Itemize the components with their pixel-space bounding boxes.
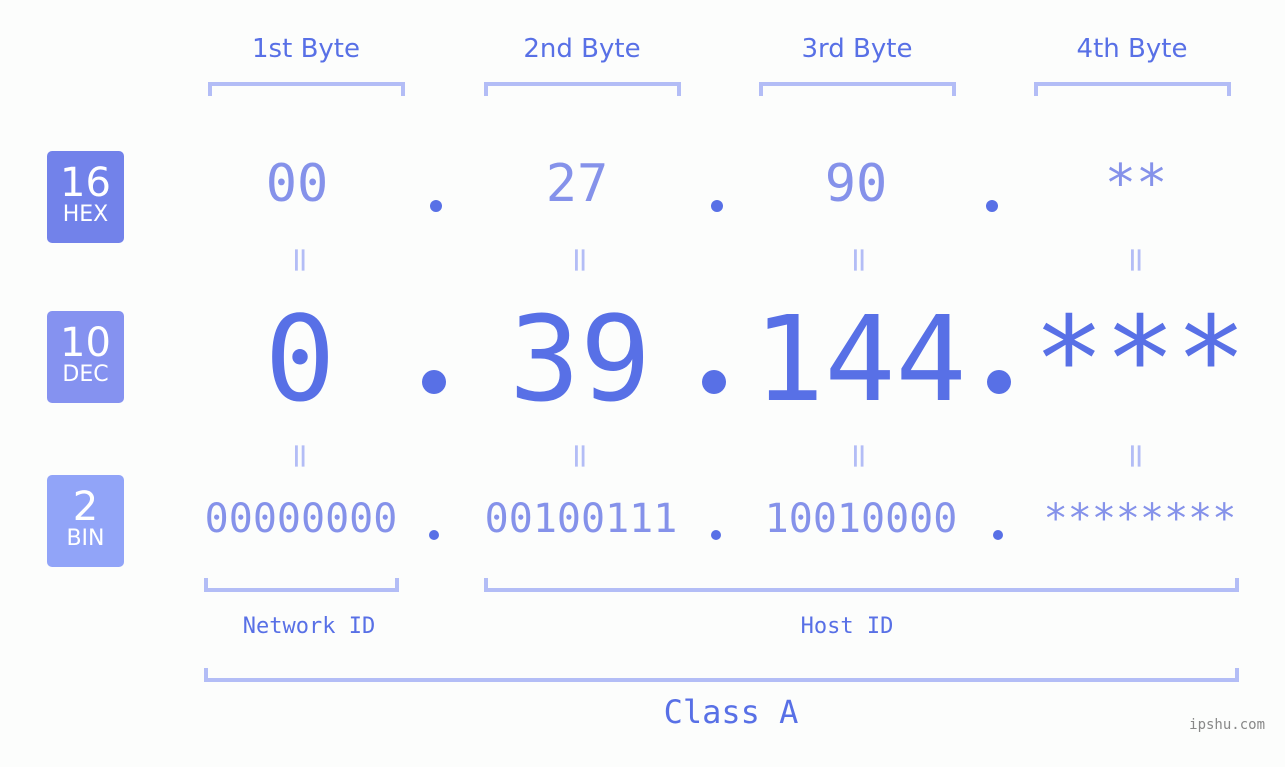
dec-badge-number: 10 [60,320,111,366]
network-id-label: Network ID [242,614,376,639]
bin-separator-dot [711,530,721,540]
hex-separator-dot [986,200,998,212]
equals-sign: = [280,441,320,471]
bin-value-3: 10010000 [764,496,958,542]
byte-header-3: 3rd Byte [801,34,913,64]
byte-bracket-4 [1034,82,1231,96]
byte-header-4: 4th Byte [1076,34,1188,64]
equals-sign: = [280,245,320,275]
bin-badge-number: 2 [72,484,99,530]
network-id-bracket [204,578,399,592]
bin-value-1: 00000000 [204,496,398,542]
bin-badge-label: BIN [66,526,105,551]
byte-bracket-1 [208,82,405,96]
hex-separator-dot [430,200,442,212]
dec-value-4: *** [1033,290,1247,428]
dec-value-2: 39 [508,290,652,428]
dec-badge: 10 DEC [47,311,124,403]
dec-separator-dot [987,370,1011,394]
bin-value-4: ******** [1043,496,1237,542]
byte-bracket-2 [484,82,681,96]
hex-value-4: ** [1104,154,1168,214]
host-id-label: Host ID [800,614,894,639]
equals-sign: = [839,245,879,275]
hex-value-3: 90 [824,154,888,214]
hex-value-1: 00 [265,154,329,214]
hex-badge-label: HEX [62,202,109,227]
dec-separator-dot [702,370,726,394]
dec-separator-dot [422,370,446,394]
dec-value-1: 0 [264,290,336,428]
equals-sign: = [1116,245,1156,275]
bin-separator-dot [993,530,1003,540]
dec-badge-label: DEC [62,362,109,387]
bin-separator-dot [429,530,439,540]
hex-separator-dot [711,200,723,212]
dec-value-3: 144 [753,290,967,428]
hex-value-2: 27 [545,154,609,214]
watermark: ipshu.com [1189,717,1265,733]
bin-badge: 2 BIN [47,475,124,567]
equals-sign: = [839,441,879,471]
equals-sign: = [1116,441,1156,471]
equals-sign: = [560,245,600,275]
byte-header-1: 1st Byte [252,34,360,64]
hex-badge-number: 16 [60,160,111,206]
class-label: Class A [663,693,799,731]
host-id-bracket [484,578,1239,592]
bin-value-2: 00100111 [484,496,678,542]
hex-badge: 16 HEX [47,151,124,243]
byte-header-2: 2nd Byte [523,34,641,64]
byte-bracket-3 [759,82,956,96]
equals-sign: = [560,441,600,471]
class-bracket [204,668,1239,682]
